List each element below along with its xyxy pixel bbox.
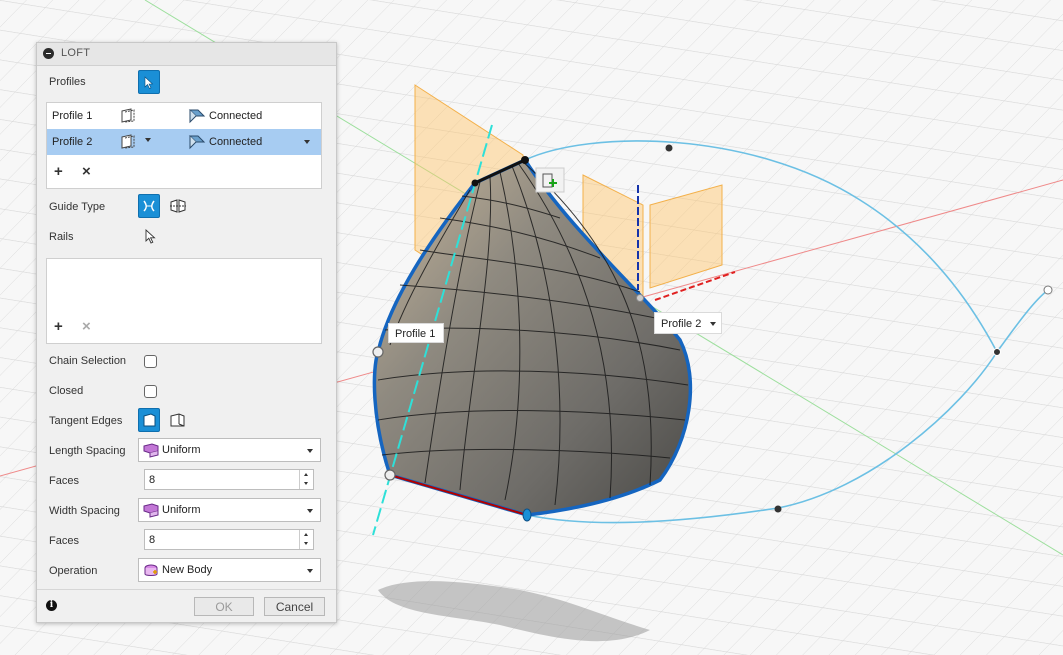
width-spacing-value: Uniform (162, 504, 201, 516)
collapse-icon[interactable] (43, 48, 54, 59)
spin-down-icon[interactable] (304, 542, 308, 545)
profiles-label: Profiles (49, 76, 86, 88)
width-spacing-dropdown[interactable]: Uniform (138, 498, 321, 522)
guide-rails-button[interactable] (138, 194, 160, 218)
chevron-down-icon (307, 509, 313, 513)
closed-checkbox[interactable] (144, 385, 157, 398)
profile-point[interactable] (521, 156, 529, 164)
width-spacing-label: Width Spacing (49, 505, 120, 517)
chain-selection-label: Chain Selection (49, 355, 127, 367)
profile-icon (121, 134, 135, 149)
tangent-edges-label: Tangent Edges (49, 415, 123, 427)
operation-dropdown[interactable]: New Body (138, 558, 321, 582)
profile-point[interactable] (522, 508, 532, 522)
rail-point[interactable] (665, 144, 673, 152)
length-faces-value: 8 (149, 474, 156, 486)
faces-label: Faces (49, 475, 79, 487)
loft-dialog: LOFT Profiles Profile 1 Connected Profil… (36, 42, 337, 623)
continuity-value: Connected (209, 110, 263, 122)
width-faces-value: 8 (149, 534, 156, 546)
operation-value: New Body (162, 564, 213, 576)
remove-icon[interactable]: × (82, 163, 91, 180)
cancel-button[interactable]: Cancel (264, 597, 325, 616)
profile-row-2[interactable]: Profile 2 Connected (47, 129, 321, 155)
chain-selection-checkbox[interactable] (144, 355, 157, 368)
add-icon[interactable]: + (54, 163, 63, 180)
profile1-viewport-label[interactable]: Profile 1 (388, 323, 444, 343)
profile-point[interactable] (636, 294, 644, 302)
spin-buttons[interactable] (299, 470, 313, 489)
select-arrow-icon (144, 76, 154, 89)
rail-point[interactable] (993, 348, 1001, 356)
rails-list: + × (46, 258, 322, 344)
profile-row-1[interactable]: Profile 1 Connected (47, 103, 321, 129)
spin-up-icon[interactable] (304, 533, 308, 536)
guide-centerline-icon[interactable] (169, 198, 187, 214)
add-icon[interactable]: + (54, 318, 63, 335)
rail-point[interactable] (774, 505, 782, 513)
remove-icon: × (82, 318, 91, 335)
info-icon[interactable]: i (46, 600, 57, 611)
profile-point[interactable] (471, 179, 479, 187)
chevron-down-icon (307, 449, 313, 453)
width-faces-stepper[interactable]: 8 (144, 529, 314, 550)
rails-label: Rails (49, 231, 74, 243)
spin-down-icon[interactable] (304, 482, 308, 485)
ok-button[interactable]: OK (194, 597, 254, 616)
add-section-widget[interactable] (535, 167, 565, 193)
spin-up-icon[interactable] (304, 473, 308, 476)
connected-icon (188, 109, 206, 124)
chevron-down-icon[interactable] (145, 138, 151, 142)
guide-type-label: Guide Type (49, 201, 106, 213)
guide-rails-icon (143, 200, 155, 212)
select-arrow-icon[interactable] (145, 229, 157, 244)
spacing-icon (143, 503, 159, 518)
connected-icon (188, 135, 206, 150)
profiles-select-button[interactable] (138, 70, 160, 94)
dialog-title: LOFT (61, 47, 91, 59)
closed-label: Closed (49, 385, 84, 397)
chevron-down-icon[interactable] (304, 140, 310, 144)
profile2-viewport-label-text: Profile 2 (661, 318, 702, 330)
length-faces-stepper[interactable]: 8 (144, 469, 314, 490)
profile-point[interactable] (384, 469, 396, 481)
tangent-edges-icon (143, 413, 156, 427)
chevron-down-icon (307, 569, 313, 573)
profile-name: Profile 2 (52, 136, 93, 148)
spin-buttons[interactable] (299, 530, 313, 549)
dialog-header[interactable]: LOFT (37, 43, 336, 66)
faces-label: Faces (49, 535, 79, 547)
length-spacing-label: Length Spacing (49, 445, 126, 457)
spacing-icon (143, 443, 159, 458)
operation-label: Operation (49, 565, 98, 577)
tangent-edges-keep-icon[interactable] (169, 412, 187, 428)
dialog-footer: i OK Cancel (37, 589, 336, 623)
profile2-viewport-label[interactable]: Profile 2 (654, 312, 722, 334)
length-spacing-dropdown[interactable]: Uniform (138, 438, 321, 462)
rail-end-point[interactable] (1043, 285, 1053, 295)
profile-name: Profile 1 (52, 110, 93, 122)
tangent-edges-merge-button[interactable] (138, 408, 160, 432)
chevron-down-icon[interactable] (710, 322, 716, 326)
profiles-list: Profile 1 Connected Profile 2 Connected … (46, 102, 322, 189)
length-spacing-value: Uniform (162, 444, 201, 456)
profile-point[interactable] (372, 346, 384, 358)
continuity-value: Connected (209, 136, 263, 148)
new-body-icon (144, 564, 158, 576)
profile-icon (121, 108, 135, 123)
profile1-viewport-label-text: Profile 1 (395, 328, 436, 340)
